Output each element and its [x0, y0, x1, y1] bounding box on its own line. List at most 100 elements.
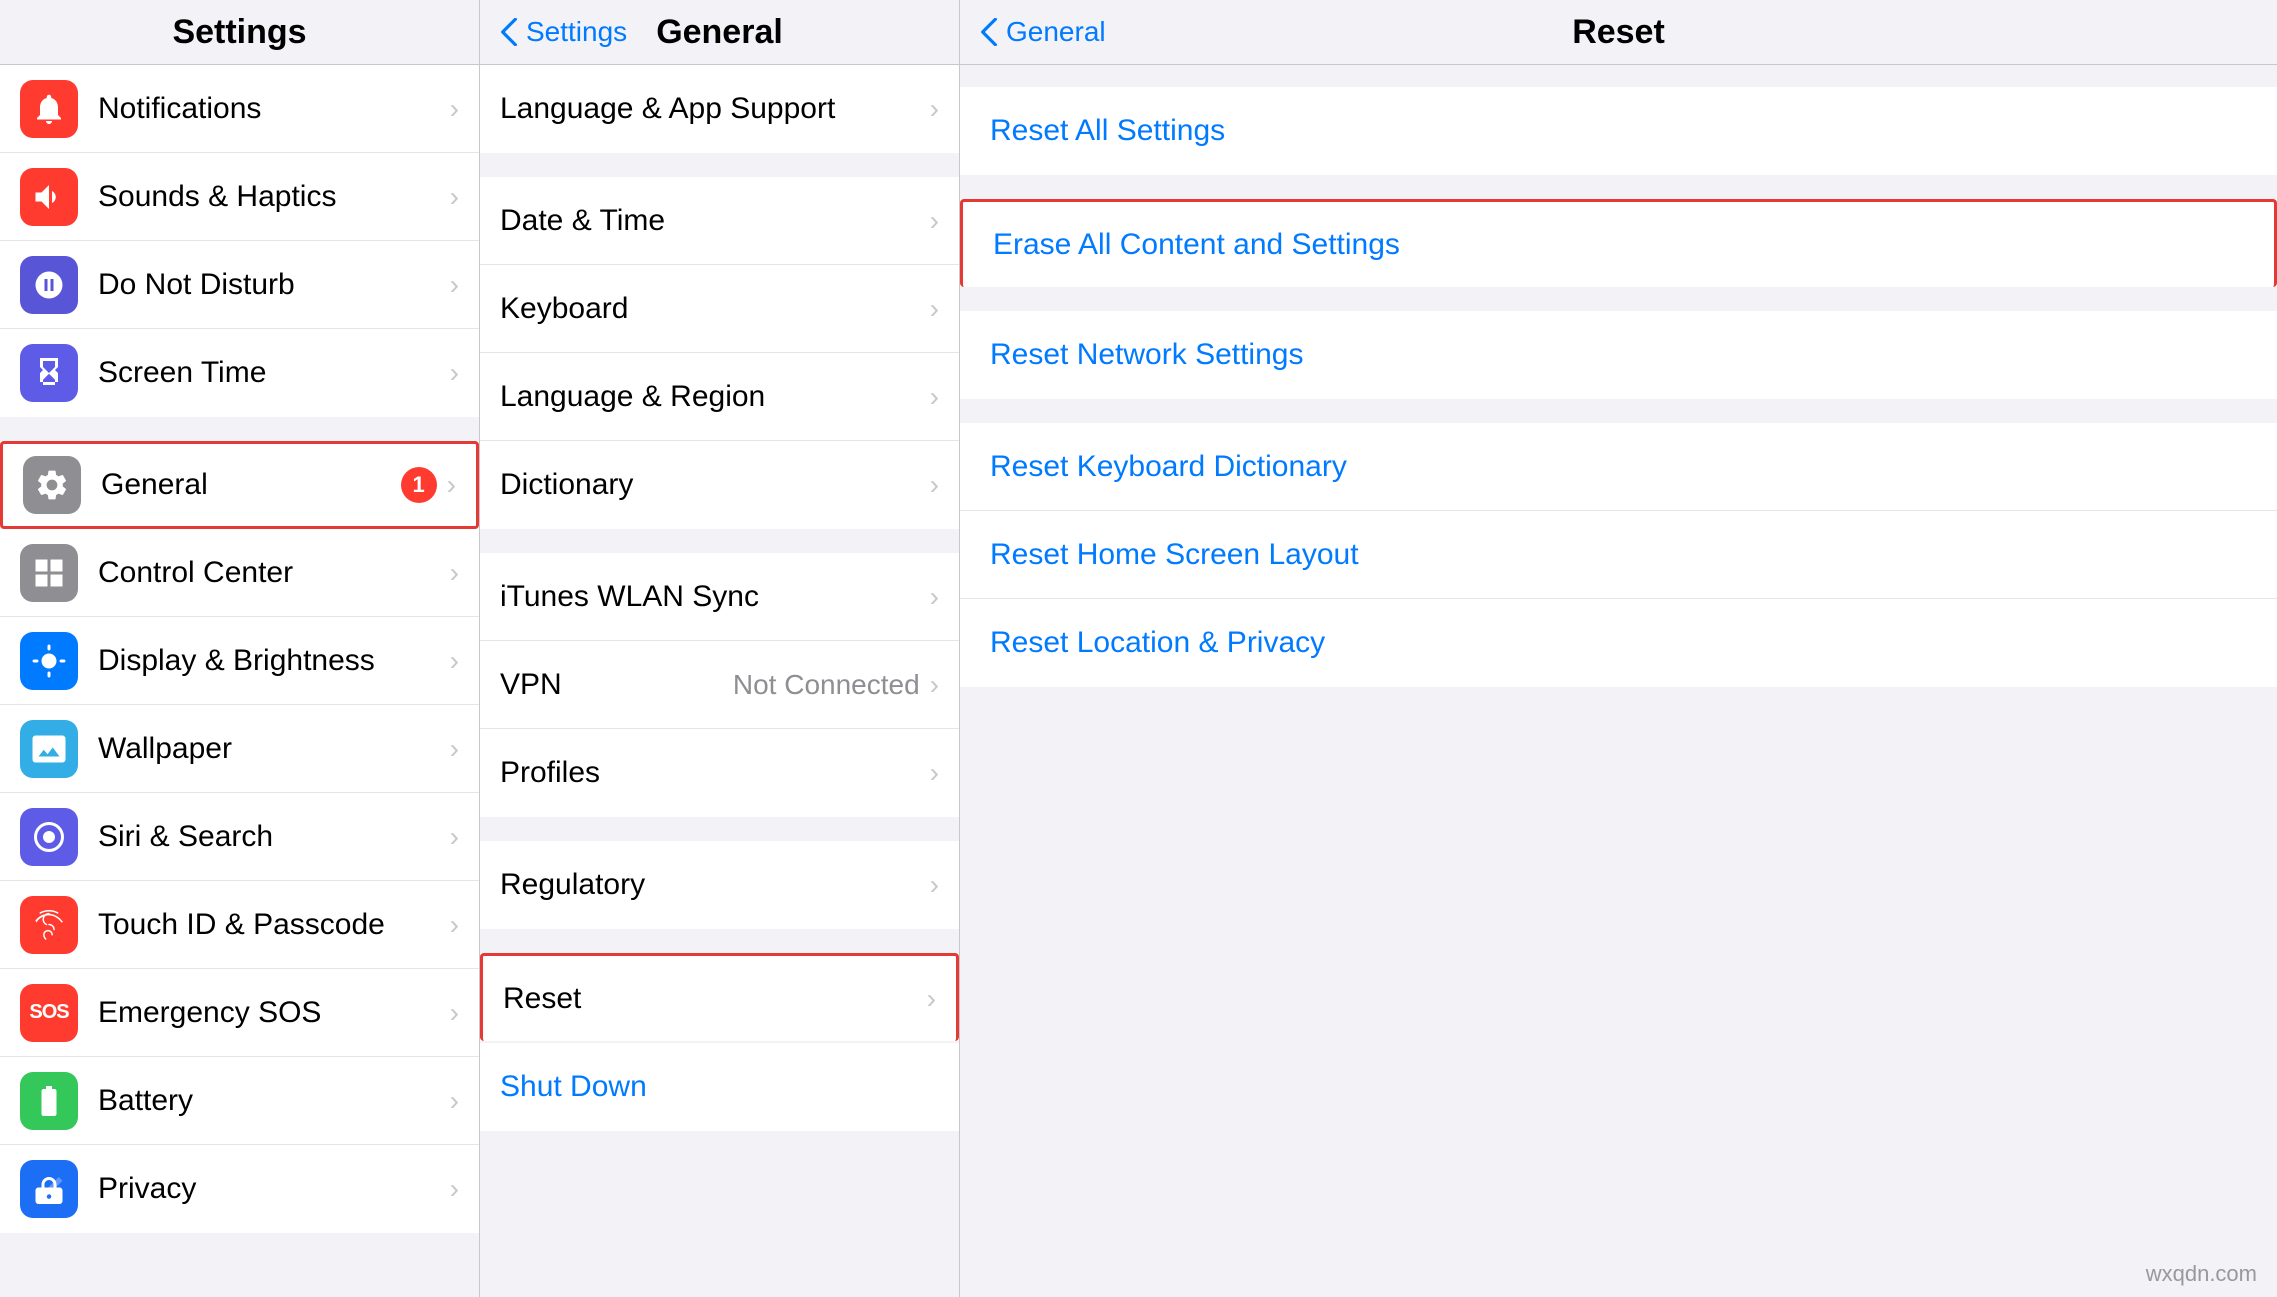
- controlcenter-icon: [20, 544, 78, 602]
- siri-icon: [20, 808, 78, 866]
- screentime-chevron: ›: [450, 357, 459, 389]
- resetlocation-label: Reset Location & Privacy: [990, 626, 1325, 660]
- settings-group-2: General 1 › Control Center ›: [0, 441, 479, 1233]
- notifications-chevron: ›: [450, 93, 459, 125]
- reset-header: General Reset: [960, 0, 2277, 65]
- settings-scroll[interactable]: Notifications › Sounds & Haptics ›: [0, 65, 479, 1297]
- general-back-label: Settings: [526, 16, 627, 48]
- screentime-icon: [20, 344, 78, 402]
- donotdisturb-icon: [20, 256, 78, 314]
- general-item-reset[interactable]: Reset ›: [480, 953, 959, 1041]
- vpn-value: Not Connected: [733, 669, 920, 701]
- reset-divider-4: [960, 689, 2277, 889]
- display-label: Display & Brightness: [98, 644, 450, 678]
- sidebar-item-siri[interactable]: Siri & Search ›: [0, 793, 479, 881]
- controlcenter-chevron: ›: [450, 557, 459, 589]
- profiles-chevron: ›: [930, 757, 939, 789]
- touchid-chevron: ›: [450, 909, 459, 941]
- wallpaper-label: Wallpaper: [98, 732, 450, 766]
- sidebar-item-screentime[interactable]: Screen Time ›: [0, 329, 479, 417]
- reset-back-button[interactable]: General: [980, 16, 1106, 48]
- reset-item-network[interactable]: Reset Network Settings: [960, 311, 2277, 399]
- sidebar-item-wallpaper[interactable]: Wallpaper ›: [0, 705, 479, 793]
- general-item-partial[interactable]: Language & App Support ›: [480, 65, 959, 153]
- reset-column: General Reset Reset All Settings Erase A…: [960, 0, 2277, 1297]
- general-title: General: [656, 13, 783, 52]
- general-partial-chevron: ›: [930, 93, 939, 125]
- battery-label: Battery: [98, 1084, 450, 1118]
- dictionary-label: Dictionary: [500, 468, 930, 502]
- dictionary-chevron: ›: [930, 469, 939, 501]
- vpn-label: VPN: [500, 668, 733, 702]
- reset-group-2: Erase All Content and Settings: [960, 199, 2277, 287]
- reset-item-homescreen[interactable]: Reset Home Screen Layout: [960, 511, 2277, 599]
- settings-divider-1: [0, 419, 479, 441]
- sidebar-item-emergencysos[interactable]: SOS Emergency SOS ›: [0, 969, 479, 1057]
- general-item-languageregion[interactable]: Language & Region ›: [480, 353, 959, 441]
- general-item-dictionary[interactable]: Dictionary ›: [480, 441, 959, 529]
- sidebar-item-touchid[interactable]: Touch ID & Passcode ›: [0, 881, 479, 969]
- general-badge: 1: [401, 467, 437, 503]
- datetime-chevron: ›: [930, 205, 939, 237]
- reset-item-allsettings[interactable]: Reset All Settings: [960, 87, 2277, 175]
- general-scroll[interactable]: Language & App Support › Date & Time › K…: [480, 65, 959, 1297]
- general-item-ituneswlan[interactable]: iTunes WLAN Sync ›: [480, 553, 959, 641]
- regulatory-chevron: ›: [930, 869, 939, 901]
- sidebar-item-privacy[interactable]: Privacy ›: [0, 1145, 479, 1233]
- sounds-label: Sounds & Haptics: [98, 180, 450, 214]
- sidebar-item-display[interactable]: Display & Brightness ›: [0, 617, 479, 705]
- reset-group-3: Reset Network Settings: [960, 311, 2277, 399]
- reset-back-label: General: [1006, 16, 1106, 48]
- reset-item-keyboard[interactable]: Reset Keyboard Dictionary: [960, 423, 2277, 511]
- reset-divider-2: [960, 289, 2277, 311]
- reset-label: Reset: [503, 982, 927, 1016]
- sidebar-item-controlcenter[interactable]: Control Center ›: [0, 529, 479, 617]
- general-divider-0: [480, 155, 959, 177]
- general-item-profiles[interactable]: Profiles ›: [480, 729, 959, 817]
- sidebar-item-donotdisturb[interactable]: Do Not Disturb ›: [0, 241, 479, 329]
- datetime-label: Date & Time: [500, 204, 930, 238]
- general-back-button[interactable]: Settings: [500, 16, 627, 48]
- general-item-keyboard[interactable]: Keyboard ›: [480, 265, 959, 353]
- reset-title: Reset: [1572, 13, 1665, 52]
- notifications-label: Notifications: [98, 92, 450, 126]
- reset-divider-1: [960, 177, 2277, 199]
- emergencysos-chevron: ›: [450, 997, 459, 1029]
- reset-item-location[interactable]: Reset Location & Privacy: [960, 599, 2277, 687]
- resetnetwork-label: Reset Network Settings: [990, 338, 1303, 372]
- sidebar-item-general[interactable]: General 1 ›: [0, 441, 479, 529]
- general-divider-2: [480, 819, 959, 841]
- settings-header: Settings: [0, 0, 479, 65]
- main-container: Settings Notifications ›: [0, 0, 2277, 1297]
- keyboard-label: Keyboard: [500, 292, 930, 326]
- general-divider-1: [480, 531, 959, 553]
- general-item-datetime[interactable]: Date & Time ›: [480, 177, 959, 265]
- general-item-shutdown[interactable]: Shut Down: [480, 1043, 959, 1131]
- general-group-partial: Language & App Support ›: [480, 65, 959, 153]
- reset-item-eraseall[interactable]: Erase All Content and Settings: [960, 199, 2277, 287]
- reset-divider-top: [960, 65, 2277, 87]
- general-partial-label: Language & App Support: [500, 92, 930, 126]
- reset-scroll[interactable]: Reset All Settings Erase All Content and…: [960, 65, 2277, 1297]
- controlcenter-label: Control Center: [98, 556, 450, 590]
- privacy-icon: [20, 1160, 78, 1218]
- languageregion-label: Language & Region: [500, 380, 930, 414]
- regulatory-label: Regulatory: [500, 868, 930, 902]
- general-item-regulatory[interactable]: Regulatory ›: [480, 841, 959, 929]
- general-item-vpn[interactable]: VPN Not Connected ›: [480, 641, 959, 729]
- resetallsettings-label: Reset All Settings: [990, 114, 1225, 148]
- languageregion-chevron: ›: [930, 381, 939, 413]
- settings-column: Settings Notifications ›: [0, 0, 480, 1297]
- notifications-icon: [20, 80, 78, 138]
- general-group-2: iTunes WLAN Sync › VPN Not Connected › P…: [480, 553, 959, 817]
- display-icon: [20, 632, 78, 690]
- sidebar-item-sounds[interactable]: Sounds & Haptics ›: [0, 153, 479, 241]
- display-chevron: ›: [450, 645, 459, 677]
- siri-chevron: ›: [450, 821, 459, 853]
- general-group-3: Regulatory ›: [480, 841, 959, 929]
- resetkeyboard-label: Reset Keyboard Dictionary: [990, 450, 1347, 484]
- sidebar-item-notifications[interactable]: Notifications ›: [0, 65, 479, 153]
- sounds-chevron: ›: [450, 181, 459, 213]
- donotdisturb-label: Do Not Disturb: [98, 268, 450, 302]
- sidebar-item-battery[interactable]: Battery ›: [0, 1057, 479, 1145]
